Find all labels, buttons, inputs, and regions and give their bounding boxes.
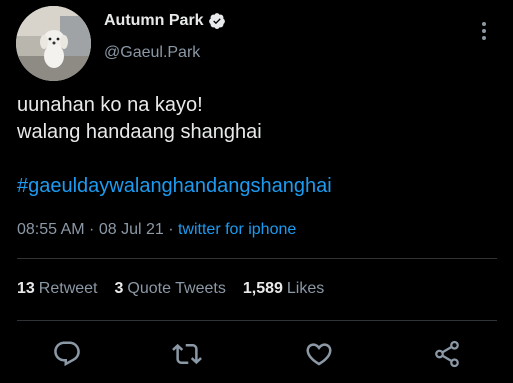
stat-count: 3 <box>114 280 124 297</box>
stat-label: Likes <box>286 280 325 297</box>
meta-separator: · <box>163 221 178 238</box>
tweet-meta: 08:55 AM · 08 Jul 21 · twitter for iphon… <box>17 221 296 239</box>
retweet-icon[interactable] <box>172 339 202 369</box>
divider <box>17 320 497 321</box>
tweet-detail: Autumn Park @Gaeul.Park uunahan ko na ka… <box>0 0 513 383</box>
more-vertical-icon[interactable] <box>476 20 492 42</box>
divider <box>17 258 497 259</box>
tweet-text-line: walang handaang shanghai <box>17 121 262 143</box>
stat-count: 1,589 <box>242 280 283 297</box>
reply-icon[interactable] <box>52 339 82 369</box>
stat-retweets[interactable]: 13 Retweet <box>17 280 98 298</box>
tweet-text: uunahan ko na kayo! walang handaang shan… <box>17 92 262 146</box>
stat-likes[interactable]: 1,589 Likes <box>243 280 324 298</box>
stat-label: Retweet <box>38 280 98 297</box>
stat-label: Quote Tweets <box>127 280 226 297</box>
engagement-stats: 13 Retweet 3 Quote Tweets 1,589 Likes <box>17 280 341 298</box>
tweet-text-line: uunahan ko na kayo! <box>17 94 203 116</box>
tweet-date[interactable]: 08 Jul 21 <box>99 221 164 238</box>
stat-count: 13 <box>17 280 35 297</box>
share-icon[interactable] <box>432 339 462 369</box>
tweet-source-link[interactable]: twitter for iphone <box>178 221 296 238</box>
heart-icon[interactable] <box>304 339 334 369</box>
verified-badge-icon <box>208 12 226 30</box>
avatar[interactable] <box>16 6 91 81</box>
tweet-time[interactable]: 08:55 AM <box>17 221 85 238</box>
avatar-photo <box>16 6 91 81</box>
hashtag-link[interactable]: #gaeuldaywalanghandangshanghai <box>17 175 332 198</box>
user-handle[interactable]: @Gaeul.Park <box>104 44 200 62</box>
meta-separator: · <box>84 221 99 238</box>
stat-quote-tweets[interactable]: 3 Quote Tweets <box>115 280 226 298</box>
user-name-row[interactable]: Autumn Park <box>104 12 226 30</box>
user-name[interactable]: Autumn Park <box>104 12 204 30</box>
